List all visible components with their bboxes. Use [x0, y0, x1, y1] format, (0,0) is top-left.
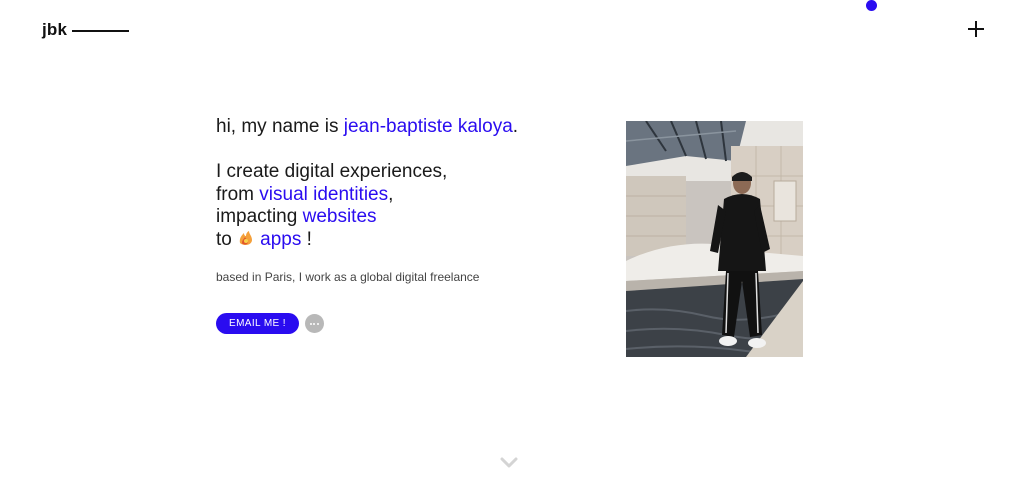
websites-link[interactable]: websites [303, 206, 377, 227]
headline-line-2: from visual identities, [216, 184, 596, 207]
apps-link[interactable]: apps [260, 229, 301, 250]
line4-prefix: to [216, 228, 238, 250]
more-dots-icon[interactable] [304, 314, 324, 333]
visual-identities-link[interactable]: visual identities [259, 184, 388, 205]
line3-prefix: impacting [216, 206, 303, 227]
portrait-photo [626, 121, 803, 357]
cta-row: EMAIL ME ! [216, 313, 596, 334]
plus-icon[interactable] [966, 19, 986, 39]
line2-suffix: , [388, 183, 394, 205]
headline-line-1: I create digital experiences, [216, 161, 448, 182]
tagline: based in Paris, I work as a global digit… [216, 270, 480, 284]
headline-line-3: impacting websites [216, 206, 596, 229]
greeting-prefix: hi, my name is [216, 116, 344, 137]
logo-text: jbk [42, 20, 68, 39]
line2-prefix: from [216, 183, 260, 205]
chevron-down-icon[interactable] [500, 456, 518, 470]
dot [309, 322, 312, 325]
flame-emoji-icon [237, 229, 254, 246]
dot [316, 322, 319, 325]
intro-section: hi, my name is jean-baptiste kaloya. I c… [216, 116, 596, 334]
line4-suffix: ! [301, 228, 312, 250]
email-me-button[interactable]: EMAIL ME ! [216, 313, 299, 334]
logo-link[interactable]: jbk [42, 20, 130, 40]
headline-line-4: to apps ! [216, 229, 596, 252]
greeting-line: hi, my name is jean-baptiste kaloya. [216, 116, 596, 139]
dot [313, 322, 316, 325]
logo-line [72, 30, 130, 32]
page: jbk hi, my name is jean-baptiste kaloya.… [0, 0, 1024, 491]
cursor-dot [866, 0, 877, 11]
greeting-suffix: . [512, 116, 519, 137]
name-link[interactable]: jean-baptiste kaloya [344, 116, 513, 137]
